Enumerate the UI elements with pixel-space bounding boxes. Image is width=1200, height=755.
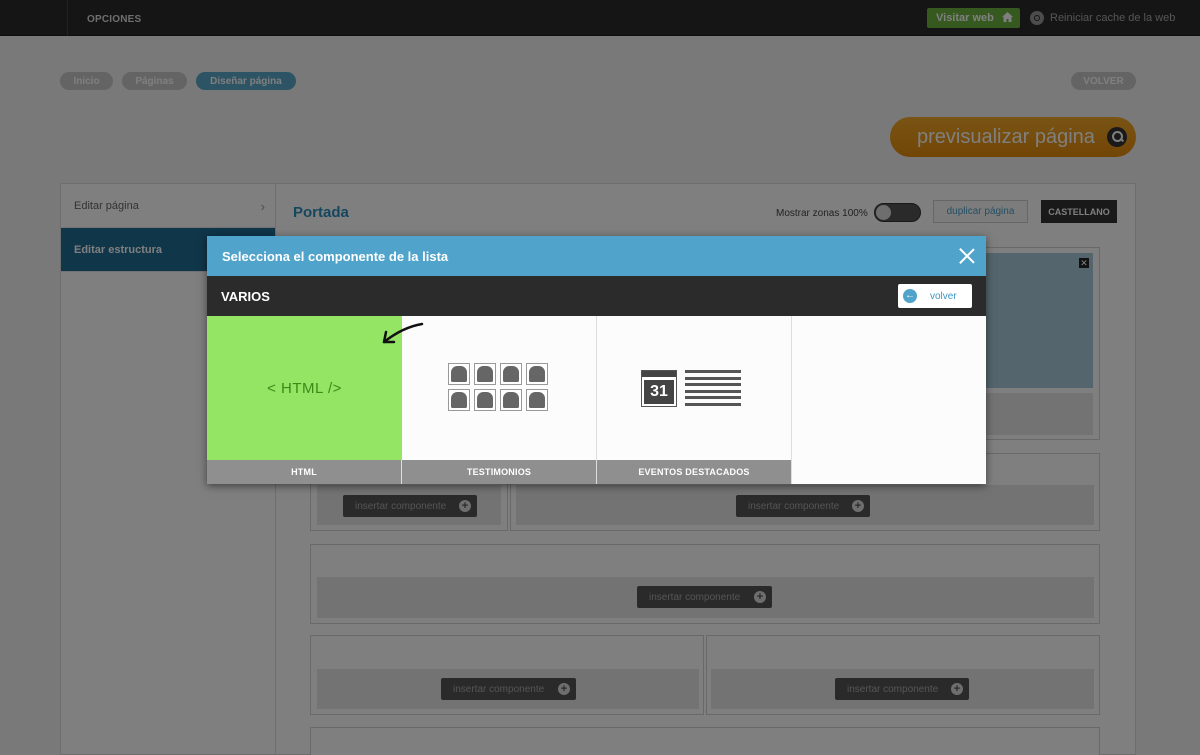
modal-header: Selecciona el componente de la lista: [207, 236, 986, 276]
calendar-icon: 31: [641, 370, 677, 407]
back-label: volver: [930, 290, 957, 302]
component-label: EVENTOS DESTACADOS: [597, 460, 791, 484]
testimonials-icon: [448, 363, 548, 411]
close-icon[interactable]: [959, 248, 975, 264]
pointer-arrow-icon: [382, 322, 424, 344]
html-code-icon: < HTML />: [207, 316, 402, 460]
component-html[interactable]: < HTML /> HTML: [207, 316, 402, 484]
html-icon-text: < HTML />: [267, 379, 342, 397]
component-testimonios[interactable]: TESTIMONIOS: [402, 316, 597, 484]
calendar-day: 31: [644, 380, 674, 404]
component-label: TESTIMONIOS: [402, 460, 596, 484]
modal-title: Selecciona el componente de la lista: [222, 248, 449, 264]
back-button[interactable]: ← volver: [898, 284, 972, 308]
text-lines-icon: [685, 370, 741, 410]
category-bar: VARIOS ← volver: [207, 276, 986, 316]
component-empty-slot: [792, 316, 986, 484]
component-picker-modal: Selecciona el componente de la lista VAR…: [207, 236, 986, 484]
arrow-left-icon: ←: [903, 289, 917, 303]
category-title: VARIOS: [221, 288, 270, 304]
component-label: HTML: [207, 460, 401, 484]
